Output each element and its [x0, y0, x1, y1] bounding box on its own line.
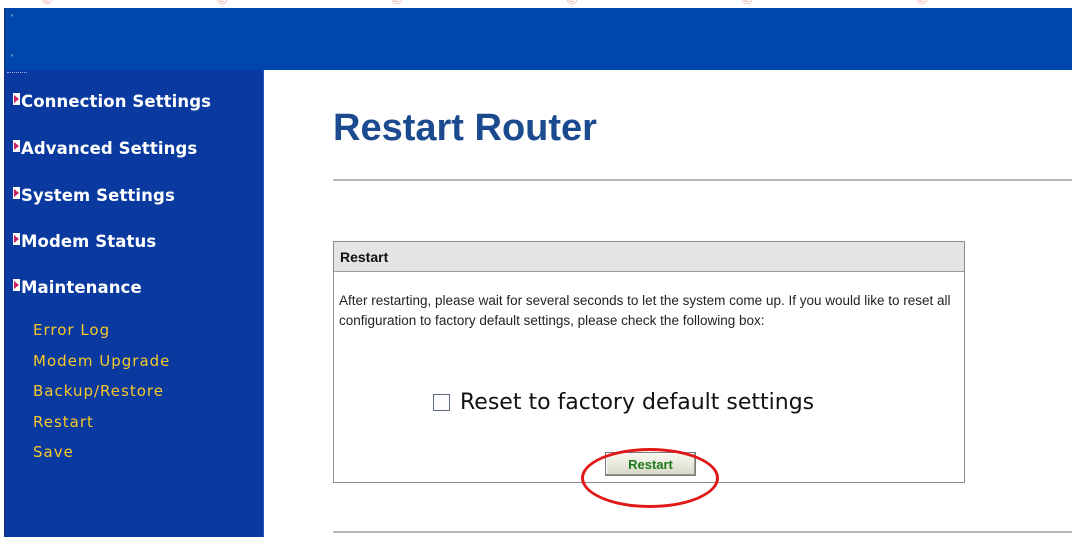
arrow-bullet-icon — [13, 92, 20, 105]
sidebar-grip — [7, 72, 27, 76]
subnav-restart[interactable]: Restart — [33, 413, 94, 431]
subnav-error-log[interactable]: Error Log — [33, 321, 110, 339]
nav-label: System Settings — [21, 186, 175, 205]
watermark-mark: © — [390, 0, 404, 8]
arrow-bullet-icon — [13, 232, 20, 245]
nav-label: Maintenance — [21, 278, 142, 297]
watermark-mark: © — [915, 0, 929, 8]
header-dot: ' — [11, 53, 13, 63]
subnav-modem-upgrade[interactable]: Modem Upgrade — [33, 352, 170, 370]
subnav-save[interactable]: Save — [33, 443, 74, 461]
watermark-mark: © — [40, 0, 54, 8]
watermark-mark: © — [565, 0, 579, 8]
divider — [333, 179, 1072, 181]
router-admin-window: ' ' Connection Settings Advanced Setting… — [4, 8, 1072, 537]
nav-connection-settings[interactable]: Connection Settings — [13, 92, 211, 111]
sidebar: Connection Settings Advanced Settings Sy… — [5, 70, 264, 537]
restart-panel: Restart After restarting, please wait fo… — [333, 241, 965, 483]
nav-maintenance[interactable]: Maintenance — [13, 278, 142, 297]
restart-button[interactable]: Restart — [605, 452, 696, 476]
nav-advanced-settings[interactable]: Advanced Settings — [13, 139, 197, 158]
subnav-backup-restore[interactable]: Backup/Restore — [33, 382, 164, 400]
arrow-bullet-icon — [13, 139, 20, 152]
main-content: Restart Router Restart After restarting,… — [265, 70, 1072, 537]
arrow-bullet-icon — [13, 186, 20, 199]
divider — [333, 531, 1072, 533]
watermark-mark: © — [740, 0, 754, 8]
panel-description: After restarting, please wait for severa… — [339, 293, 951, 328]
panel-heading: Restart — [334, 242, 964, 272]
nav-label: Modem Status — [21, 232, 157, 251]
nav-label: Connection Settings — [21, 92, 212, 111]
watermark-strip: © © © © © © — [0, 0, 1072, 8]
factory-reset-checkbox[interactable] — [433, 394, 450, 411]
factory-reset-option[interactable]: Reset to factory default settings — [433, 390, 814, 415]
header-dot: ' — [11, 13, 13, 23]
arrow-bullet-icon — [13, 278, 20, 291]
factory-reset-label: Reset to factory default settings — [460, 390, 815, 415]
header-bar: ' ' — [5, 8, 1072, 70]
nav-modem-status[interactable]: Modem Status — [13, 232, 156, 251]
nav-system-settings[interactable]: System Settings — [13, 186, 175, 205]
nav-label: Advanced Settings — [21, 139, 198, 158]
page-title: Restart Router — [333, 107, 597, 149]
watermark-mark: © — [215, 0, 229, 8]
